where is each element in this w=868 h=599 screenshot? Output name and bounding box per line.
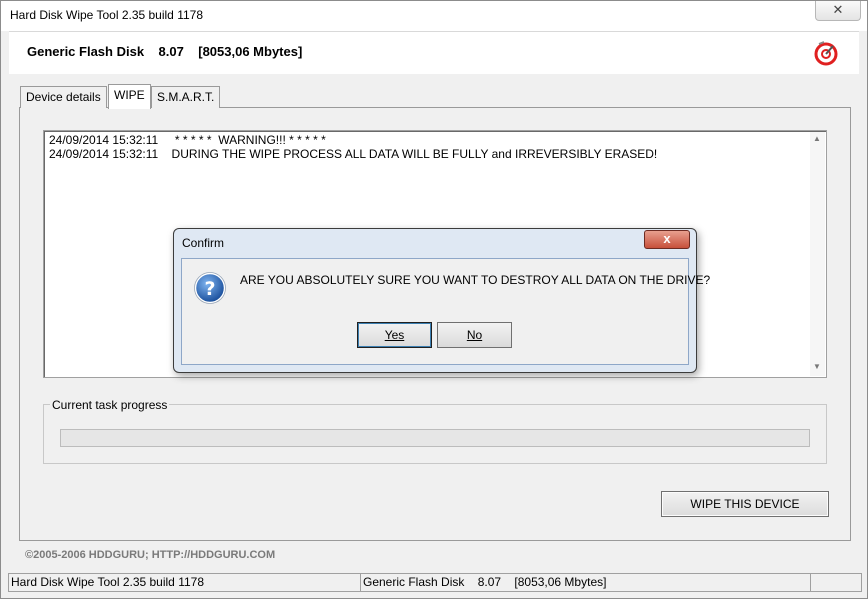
device-header: Generic Flash Disk 8.07 [8053,06 Mbytes]	[9, 31, 859, 74]
status-device: Generic Flash Disk 8.07 [8053,06 Mbytes]	[360, 573, 812, 592]
progress-bar	[60, 429, 810, 447]
progress-label: Current task progress	[50, 398, 170, 412]
dialog-close-button[interactable]: x	[644, 230, 690, 249]
device-title: Generic Flash Disk 8.07 [8053,06 Mbytes]	[27, 44, 303, 59]
yes-button[interactable]: Yes	[357, 322, 432, 348]
progress-group: Current task progress	[43, 398, 827, 464]
no-label: No	[466, 328, 483, 342]
copyright-text: ©2005-2006 HDDGURU; HTTP://HDDGURU.COM	[25, 549, 276, 561]
tab-wipe[interactable]: WIPE	[108, 84, 151, 109]
window-title: Hard Disk Wipe Tool 2.35 build 1178	[10, 8, 203, 22]
tab-device-details[interactable]: Device details	[20, 86, 107, 108]
log-scrollbar[interactable]: ▲ ▼	[810, 132, 825, 376]
log-line: 24/09/2014 15:32:11 DURING THE WIPE PROC…	[49, 147, 658, 161]
close-icon: x	[663, 231, 671, 246]
confirm-dialog: Confirm x ? ARE YOU ABSOLUTELY SURE YOU …	[173, 228, 710, 373]
no-button[interactable]: No	[437, 322, 512, 348]
scroll-down-icon[interactable]: ▼	[813, 362, 821, 371]
title-bar[interactable]: Hard Disk Wipe Tool 2.35 build 1178 ✕	[1, 1, 867, 31]
window-close-button[interactable]: ✕	[815, 1, 861, 21]
log-line: 24/09/2014 15:32:11 * * * * * WARNING!!!…	[49, 133, 326, 147]
status-empty	[810, 573, 862, 592]
dialog-title: Confirm	[182, 236, 225, 250]
status-app-version: Hard Disk Wipe Tool 2.35 build 1178	[8, 573, 362, 592]
tab-smart[interactable]: S.M.A.R.T.	[151, 86, 221, 108]
status-bar: Hard Disk Wipe Tool 2.35 build 1178 Gene…	[8, 573, 862, 592]
close-icon: ✕	[832, 2, 844, 17]
hddguru-logo-icon	[814, 41, 838, 66]
question-icon: ?	[194, 272, 226, 304]
yes-label: Yes	[384, 328, 405, 342]
dialog-message: ARE YOU ABSOLUTELY SURE YOU WANT TO DEST…	[240, 273, 711, 287]
wipe-device-button[interactable]: WIPE THIS DEVICE	[661, 491, 829, 517]
svg-text:?: ?	[204, 278, 215, 300]
scroll-up-icon[interactable]: ▲	[813, 134, 821, 143]
dialog-body: ? ARE YOU ABSOLUTELY SURE YOU WANT TO DE…	[181, 258, 710, 365]
